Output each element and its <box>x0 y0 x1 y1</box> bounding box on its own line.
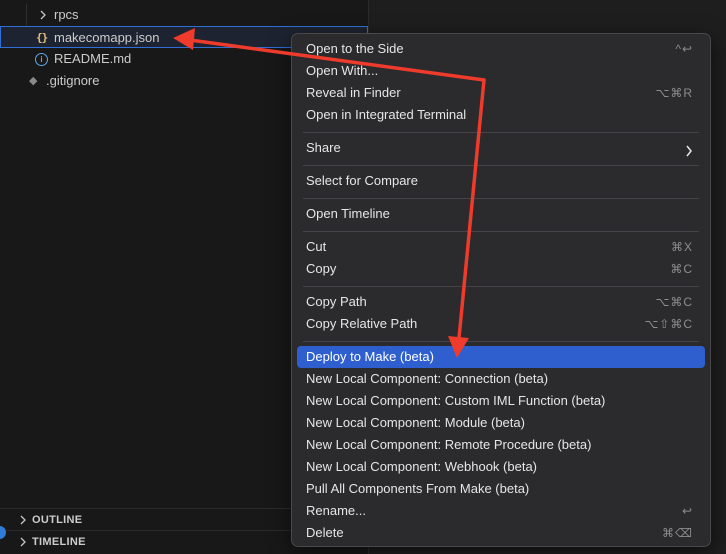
menu-item-open-with[interactable]: Open With... <box>297 60 705 82</box>
menu-item-pull-all-components[interactable]: Pull All Components From Make (beta) <box>297 478 705 500</box>
menu-item-delete[interactable]: Delete ⌘⌫ <box>297 522 705 544</box>
tree-item-label: makecomapp.json <box>54 30 160 45</box>
menu-item-label: Open in Integrated Terminal <box>306 107 467 122</box>
chevron-right-icon[interactable] <box>39 4 49 26</box>
menu-item-shortcut: ⌘⌫ <box>662 526 693 540</box>
menu-separator <box>303 198 699 199</box>
chevron-right-icon <box>685 142 693 164</box>
menu-item-label: Rename... <box>306 503 366 518</box>
menu-item-label: New Local Component: Webhook (beta) <box>306 459 537 474</box>
menu-item-deploy-to-make[interactable]: Deploy to Make (beta) <box>297 346 705 368</box>
menu-item-label: New Local Component: Module (beta) <box>306 415 525 430</box>
menu-item-copy-relative-path[interactable]: Copy Relative Path ⌥⇧⌘C <box>297 313 705 335</box>
menu-separator <box>303 341 699 342</box>
menu-item-label: Share <box>306 140 341 155</box>
menu-item-label: Pull All Components From Make (beta) <box>306 481 530 496</box>
menu-item-new-remote-procedure[interactable]: New Local Component: Remote Procedure (b… <box>297 434 705 456</box>
tree-item-label: .gitignore <box>46 73 100 88</box>
menu-separator <box>303 165 699 166</box>
context-menu: Open to the Side ^↩ Open With... Reveal … <box>291 33 711 547</box>
menu-item-share[interactable]: Share <box>297 137 705 159</box>
indent-guide <box>26 4 27 26</box>
menu-item-label: Copy Path <box>306 294 367 309</box>
menu-item-shortcut: ⌥⇧⌘C <box>644 317 693 331</box>
menu-item-label: Select for Compare <box>306 173 418 188</box>
menu-item-label: Delete <box>306 525 344 540</box>
menu-item-cut[interactable]: Cut ⌘X <box>297 236 705 258</box>
menu-item-open-to-side[interactable]: Open to the Side ^↩ <box>297 38 705 60</box>
menu-item-shortcut: ⌥⌘C <box>655 295 693 309</box>
tree-item-label: README.md <box>54 51 132 66</box>
menu-item-label: Open Timeline <box>306 206 390 221</box>
menu-separator <box>303 231 699 232</box>
menu-item-new-connection[interactable]: New Local Component: Connection (beta) <box>297 368 705 390</box>
menu-item-label: New Local Component: Remote Procedure (b… <box>306 437 592 452</box>
menu-separator <box>303 132 699 133</box>
section-title: TIMELINE <box>32 536 86 548</box>
menu-item-new-module[interactable]: New Local Component: Module (beta) <box>297 412 705 434</box>
json-file-icon: {} <box>36 31 48 44</box>
menu-item-label: Copy Relative Path <box>306 316 418 331</box>
tree-item-rpcs-folder[interactable]: rpcs <box>0 4 368 26</box>
menu-item-label: New Local Component: Connection (beta) <box>306 371 549 386</box>
menu-item-label: Cut <box>306 239 327 254</box>
chevron-right-icon <box>19 509 29 531</box>
menu-item-shortcut: ⌘C <box>670 262 693 276</box>
menu-item-label: Reveal in Finder <box>306 85 401 100</box>
menu-item-copy[interactable]: Copy ⌘C <box>297 258 705 280</box>
menu-item-new-custom-iml-function[interactable]: New Local Component: Custom IML Function… <box>297 390 705 412</box>
menu-item-new-webhook[interactable]: New Local Component: Webhook (beta) <box>297 456 705 478</box>
menu-item-open-in-terminal[interactable]: Open in Integrated Terminal <box>297 104 705 126</box>
menu-item-label: Deploy to Make (beta) <box>306 349 434 364</box>
vscode-window: rpcs {} makecomapp.json i README.md ◆ .g… <box>0 0 726 554</box>
menu-item-reveal-in-finder[interactable]: Reveal in Finder ⌥⌘R <box>297 82 705 104</box>
chevron-right-icon <box>19 531 29 553</box>
menu-item-label: Copy <box>306 261 337 276</box>
menu-item-shortcut: ⌘X <box>670 240 693 254</box>
menu-item-open-timeline[interactable]: Open Timeline <box>297 203 705 225</box>
info-file-icon: i <box>35 53 48 66</box>
menu-item-copy-path[interactable]: Copy Path ⌥⌘C <box>297 291 705 313</box>
section-title: OUTLINE <box>32 514 83 526</box>
menu-item-label: Open With... <box>306 63 379 78</box>
git-file-icon: ◆ <box>29 75 38 87</box>
menu-item-shortcut: ↩ <box>681 504 693 518</box>
menu-item-shortcut: ^↩ <box>675 42 693 56</box>
tree-item-label: rpcs <box>54 7 79 22</box>
menu-item-shortcut: ⌥⌘R <box>655 86 693 100</box>
menu-item-select-for-compare[interactable]: Select for Compare <box>297 170 705 192</box>
menu-item-label: New Local Component: Custom IML Function… <box>306 393 606 408</box>
menu-item-label: Open to the Side <box>306 41 404 56</box>
menu-item-rename[interactable]: Rename... ↩ <box>297 500 705 522</box>
menu-separator <box>303 286 699 287</box>
